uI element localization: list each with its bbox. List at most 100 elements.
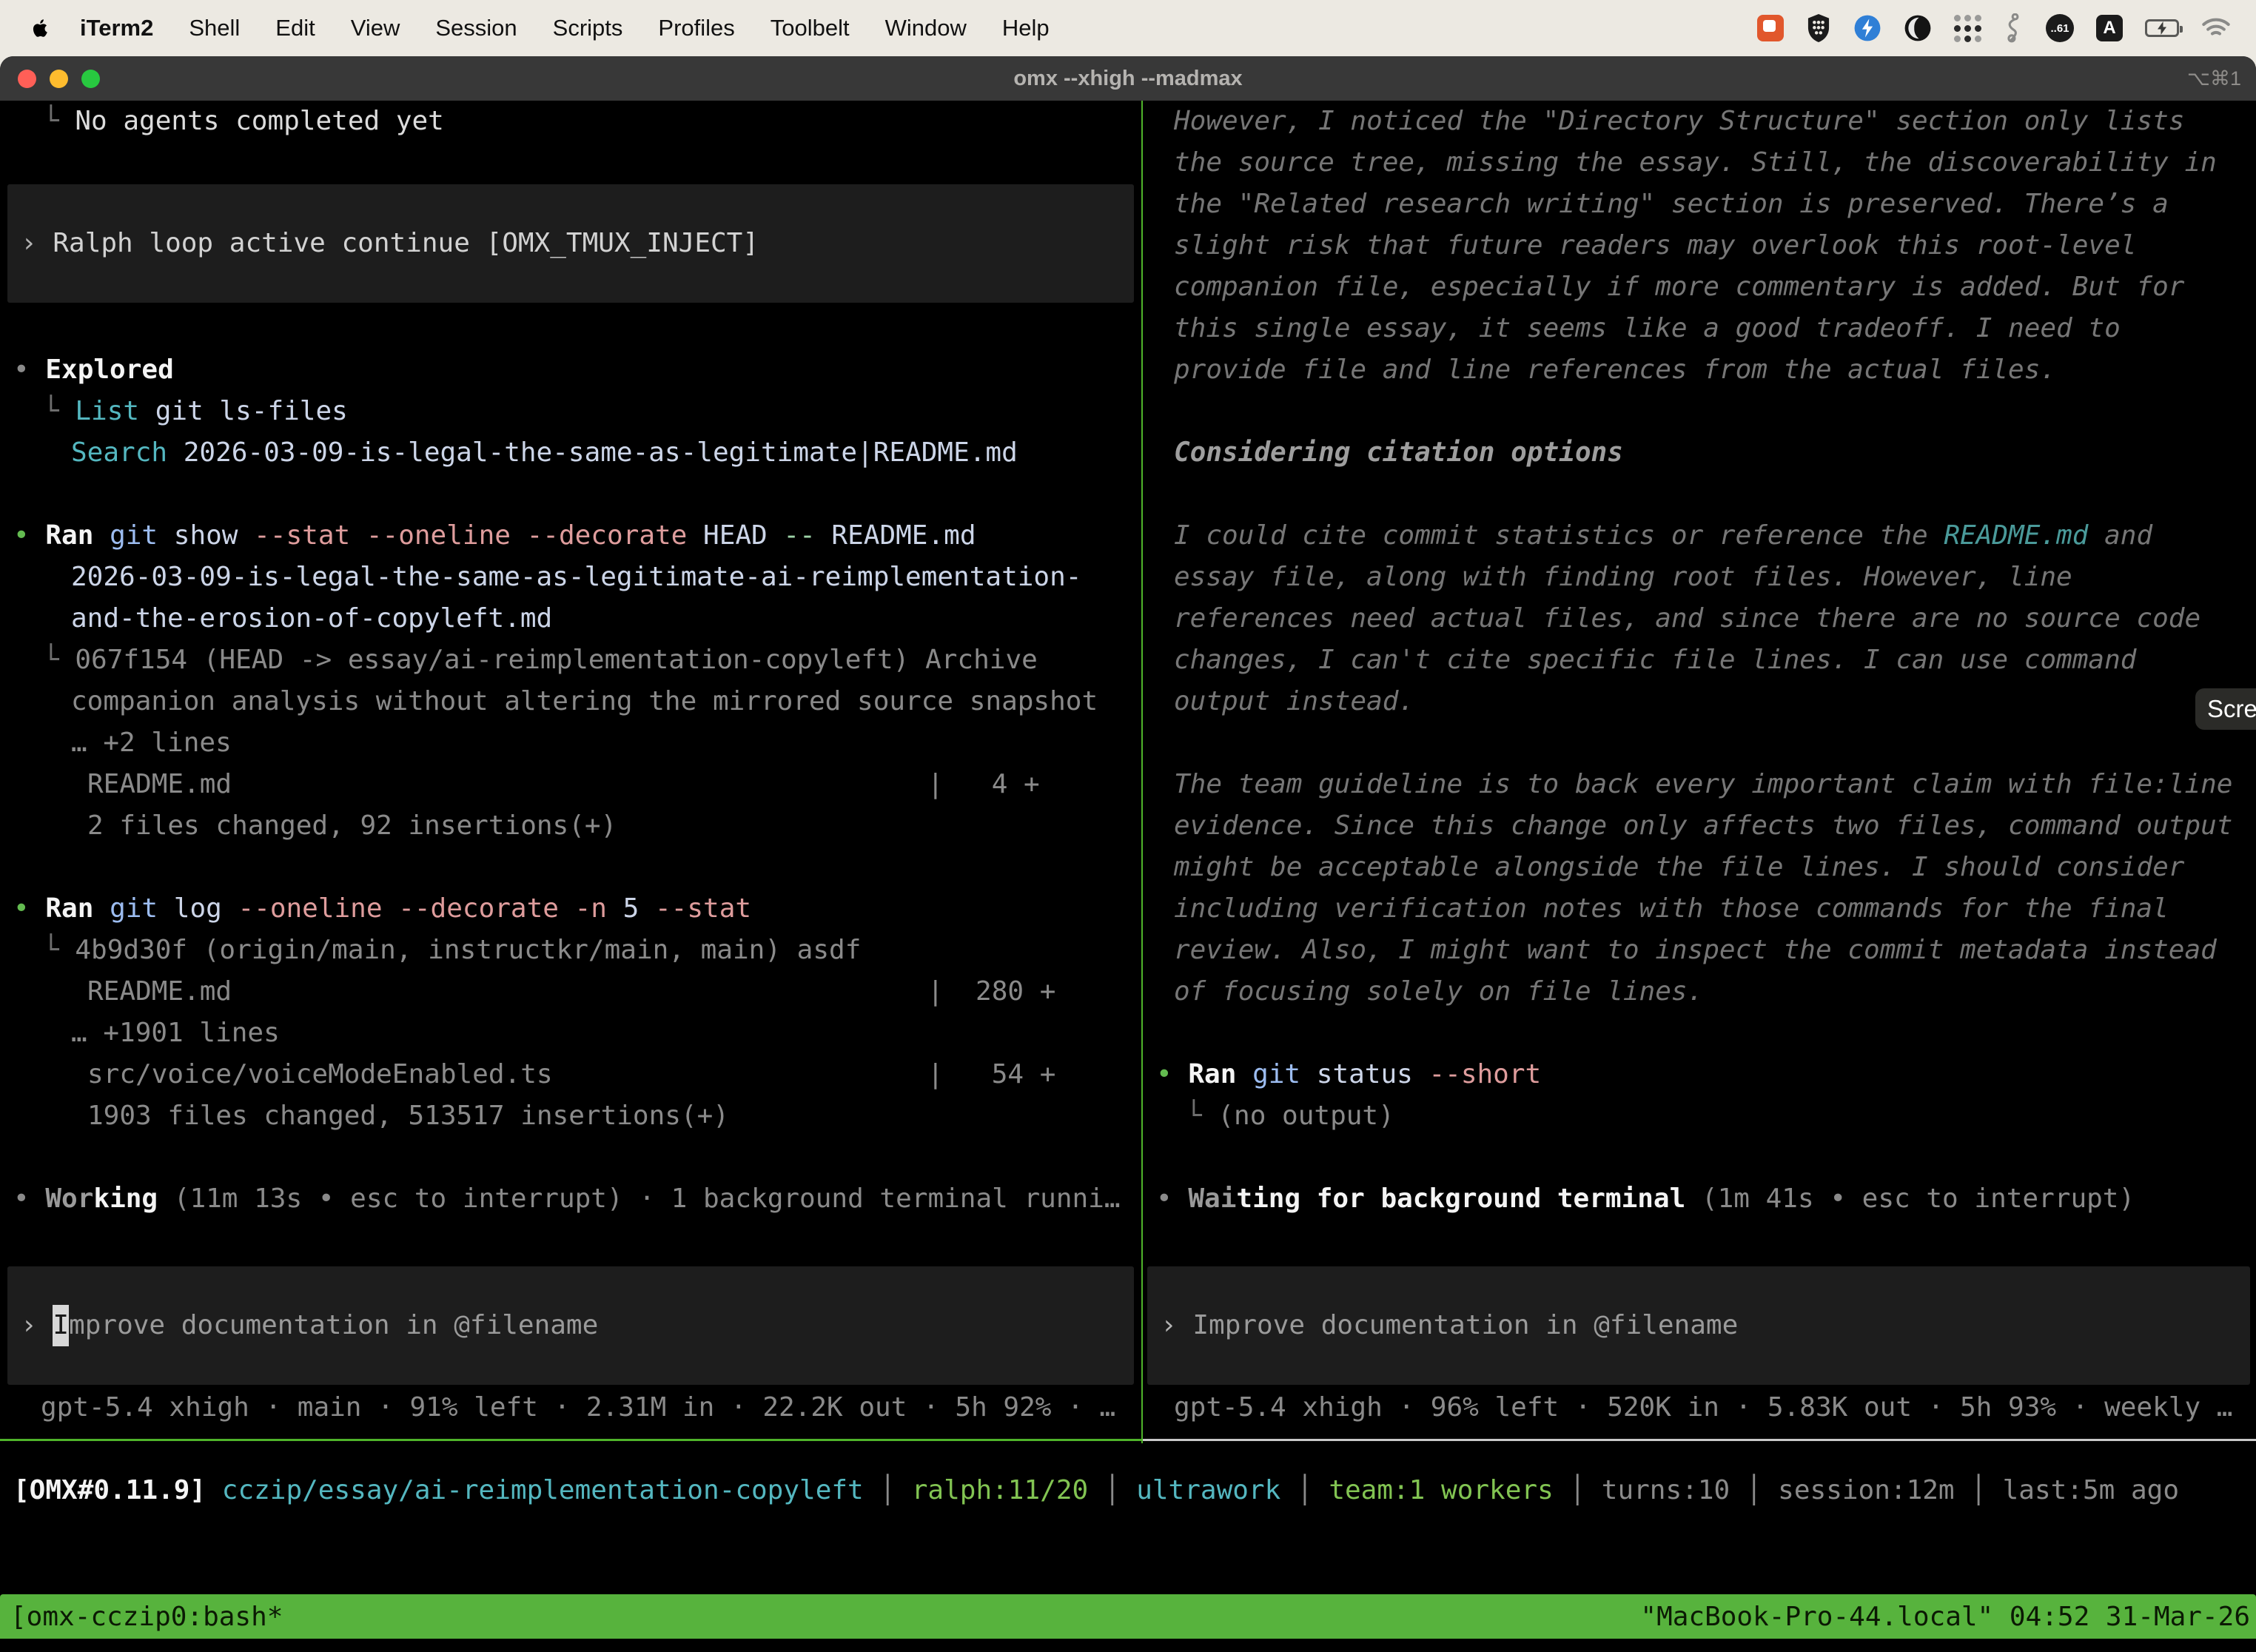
transcript-line: evidence. Since this change only affects…: [1143, 805, 2256, 847]
transcript-line: and-the-erosion-of-copyleft.md: [0, 598, 1141, 639]
blank-line: [1143, 1013, 2256, 1054]
right-pane-border: [1143, 1439, 2256, 1441]
right-pane[interactable]: However, I noticed the "Directory Struct…: [1143, 101, 2256, 1443]
left-pane-active-border: [0, 1439, 1141, 1441]
transcript-line: └ (no output): [1143, 1095, 2256, 1137]
prompt-chevron: ›: [7, 223, 53, 264]
blue-bolt-icon[interactable]: [1853, 14, 1881, 42]
title-bar[interactable]: omx --xhigh --madmax ⌥⌘1: [0, 56, 2256, 101]
transcript-line: • Explored: [0, 349, 1141, 391]
transcript-line: review. Also, I might want to inspect th…: [1143, 930, 2256, 971]
transcript-line: 2 files changed, 92 insertions(+): [0, 805, 1141, 847]
left-input-box[interactable]: › Improve documentation in @filename: [7, 1266, 1134, 1385]
transcript-line: the source tree, missing the essay. Stil…: [1143, 142, 2256, 184]
transcript-line: └ 4b9d30f (origin/main, instructkr/main,…: [0, 930, 1141, 971]
transcript-line: • Ran git show --stat --oneline --decora…: [0, 515, 1141, 557]
menu-item-session[interactable]: Session: [417, 15, 534, 41]
transcript-line: … +2 lines: [0, 722, 1141, 764]
counter-badge-icon[interactable]: ..61: [2046, 14, 2074, 42]
right-input-box[interactable]: › Improve documentation in @filename: [1147, 1266, 2250, 1385]
menu-item-view[interactable]: View: [333, 15, 418, 41]
left-pane-top-lines: └ No agents completed yet: [0, 101, 1141, 142]
blank-line: [1143, 474, 2256, 515]
prompt-chevron: ›: [7, 1305, 53, 1346]
blank-line: [1143, 722, 2256, 764]
window-shortcut-badge: ⌥⌘1: [2187, 67, 2241, 90]
transcript-line: provide file and line references from th…: [1143, 349, 2256, 391]
right-model-status-line: gpt-5.4 xhigh · 96% left · 520K in · 5.8…: [1143, 1387, 2256, 1428]
transcript-line: essay file, along with finding root file…: [1143, 557, 2256, 598]
left-pane-transcript: • Explored└ List git ls-filesSearch 2026…: [0, 349, 1141, 1220]
transcript-line: • Working (11m 13s • esc to interrupt) ·…: [0, 1178, 1141, 1220]
transcript-line: However, I noticed the "Directory Struct…: [1143, 101, 2256, 142]
omx-status-line: [OMX#0.11.9] cczip/essay/ai-reimplementa…: [0, 1443, 2256, 1511]
menu-item-toolbelt[interactable]: Toolbelt: [753, 15, 867, 41]
transcript-line: this single essay, it seems like a good …: [1143, 308, 2256, 349]
left-history-box: › Ralph loop active continue [OMX_TMUX_I…: [7, 184, 1134, 303]
blank-line: [0, 474, 1141, 515]
omx-status-bar: [OMX#0.11.9] cczip/essay/ai-reimplementa…: [0, 1443, 2256, 1594]
transcript-line: companion file, especially if more comme…: [1143, 266, 2256, 308]
menu-bar: iTerm2 Shell Edit View Session Scripts P…: [0, 0, 2256, 56]
screen: iTerm2 Shell Edit View Session Scripts P…: [0, 0, 2256, 1652]
window-title: omx --xhigh --madmax: [0, 67, 2256, 91]
transcript-line: I could cite commit statistics or refere…: [1143, 515, 2256, 557]
right-pane-transcript: However, I noticed the "Directory Struct…: [1143, 101, 2256, 1220]
tmux-status-bar: [omx-cczip0:bash* "MacBook-Pro-44.local"…: [0, 1594, 2256, 1639]
left-pane[interactable]: └ No agents completed yet › Ralph loop a…: [0, 101, 1143, 1443]
transcript-line: └ List git ls-files: [0, 391, 1141, 432]
transcript-line: output instead.: [1143, 681, 2256, 722]
transcript-line: changes, I can't cite specific file line…: [1143, 639, 2256, 681]
transcript-line: └ No agents completed yet: [0, 101, 1141, 142]
text-cursor: I: [53, 1305, 69, 1346]
transcript-line: src/voice/voiceModeEnabled.ts| 54 +: [0, 1054, 1141, 1095]
battery-icon[interactable]: [2145, 19, 2179, 37]
input-placeholder-text: mprove documentation in @filename: [69, 1305, 598, 1346]
squiggle-icon[interactable]: [2004, 13, 2024, 43]
transcript-line: 1903 files changed, 513517 insertions(+): [0, 1095, 1141, 1137]
blank-line: [1143, 1137, 2256, 1178]
transcript-line: • Ran git log --oneline --decorate -n 5 …: [0, 888, 1141, 930]
crescent-icon[interactable]: [1904, 14, 1932, 42]
transcript-line: of focusing solely on file lines.: [1143, 971, 2256, 1013]
transcript-line: slight risk that future readers may over…: [1143, 225, 2256, 266]
chat-app-icon[interactable]: [1757, 15, 1784, 41]
menu-item-edit[interactable]: Edit: [258, 15, 332, 41]
transcript-line: might be acceptable alongside the file l…: [1143, 847, 2256, 888]
dots-grid-icon[interactable]: [1954, 14, 1982, 42]
transcript-line: companion analysis without altering the …: [0, 681, 1141, 722]
menu-item-window[interactable]: Window: [867, 15, 984, 41]
screen-overlay-button[interactable]: Scre: [2195, 688, 2256, 730]
wifi-icon[interactable]: [2201, 17, 2231, 39]
menu-item-profiles[interactable]: Profiles: [640, 15, 752, 41]
transcript-line: including verification notes with those …: [1143, 888, 2256, 930]
transcript-line: └ 067f154 (HEAD -> essay/ai-reimplementa…: [0, 639, 1141, 681]
tmux-host-clock: "MacBook-Pro-44.local" 04:52 31-Mar-26: [1640, 1602, 2256, 1632]
tmux-session-label[interactable]: [omx-cczip0:bash*: [0, 1602, 283, 1632]
input-placeholder-text: Improve documentation in @filename: [1192, 1305, 1738, 1346]
transcript-line: README.md| 4 +: [0, 764, 1141, 805]
transcript-line: The team guideline is to back every impo…: [1143, 764, 2256, 805]
blank-line: [0, 1137, 1141, 1178]
menu-items: iTerm2 Shell Edit View Session Scripts P…: [62, 15, 1067, 41]
transcript-line: • Waiting for background terminal (1m 41…: [1143, 1178, 2256, 1220]
transcript-line: the "Related research writing" section i…: [1143, 184, 2256, 225]
transcript-line: Considering citation options: [1143, 432, 2256, 474]
tmux-panes: └ No agents completed yet › Ralph loop a…: [0, 101, 2256, 1443]
a-badge-icon[interactable]: A: [2096, 15, 2123, 41]
blank-line: [1143, 391, 2256, 432]
apple-menu-icon[interactable]: [30, 17, 52, 39]
terminal-window: omx --xhigh --madmax ⌥⌘1 └ No agents com…: [0, 56, 2256, 1652]
menu-item-help[interactable]: Help: [984, 15, 1067, 41]
prompt-chevron: ›: [1147, 1305, 1192, 1346]
menu-status-icons: ..61 A: [1757, 13, 2231, 43]
transcript-line: … +1901 lines: [0, 1013, 1141, 1054]
transcript-line: 2026-03-09-is-legal-the-same-as-legitima…: [0, 557, 1141, 598]
transcript-line: Search 2026-03-09-is-legal-the-same-as-l…: [0, 432, 1141, 474]
shield-grid-icon[interactable]: [1806, 14, 1831, 42]
transcript-line: • Ran git status --short: [1143, 1054, 2256, 1095]
menu-item-scripts[interactable]: Scripts: [535, 15, 641, 41]
menu-item-iterm2[interactable]: iTerm2: [62, 15, 171, 41]
blank-line: [0, 847, 1141, 888]
menu-item-shell[interactable]: Shell: [171, 15, 258, 41]
